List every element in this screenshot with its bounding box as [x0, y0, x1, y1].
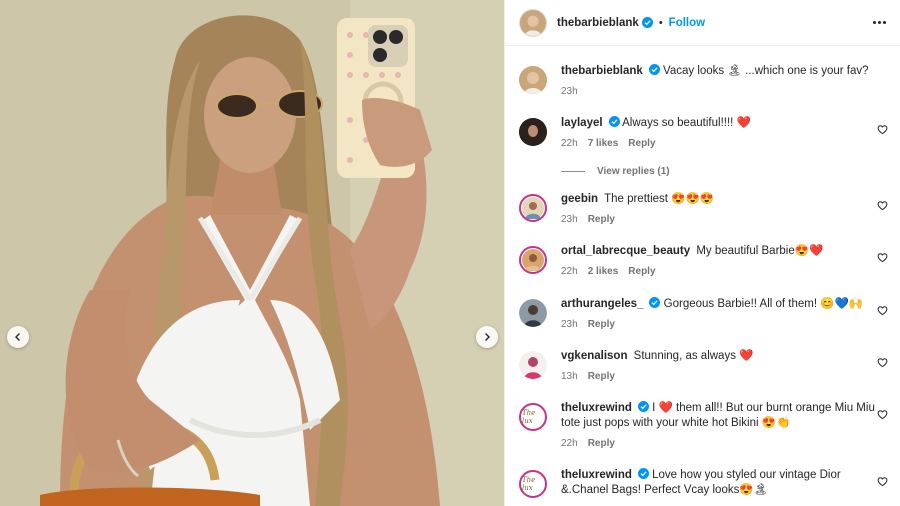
caption: thebarbieblank Vacay looks 🏝 ...which on…	[519, 64, 888, 97]
reply-button[interactable]: Reply	[588, 319, 615, 330]
heart-outline-icon[interactable]	[877, 357, 888, 368]
comment-username[interactable]: vgkenalison	[561, 350, 627, 362]
comment-item: The lux theluxrewind Love how you styled…	[519, 468, 888, 498]
comment-likes[interactable]: 7 likes	[588, 138, 619, 149]
commenter-avatar[interactable]: The lux	[519, 470, 547, 498]
commenter-avatar[interactable]	[519, 118, 547, 146]
post-header: thebarbieblank • Follow	[505, 0, 900, 46]
reply-button[interactable]: Reply	[588, 438, 615, 449]
heart-outline-icon[interactable]	[877, 305, 888, 316]
replies-divider	[561, 171, 585, 172]
comment-item: vgkenalison Stunning, as always ❤️ 13h Re…	[519, 349, 888, 382]
heart-outline-icon[interactable]	[877, 252, 888, 263]
commenter-avatar[interactable]	[519, 246, 547, 274]
commenter-avatar[interactable]	[519, 194, 547, 222]
comment-time[interactable]: 22h	[561, 438, 578, 449]
comments-panel: thebarbieblank • Follow thebarbieblank V…	[504, 0, 900, 506]
commenter-avatar[interactable]	[519, 351, 547, 379]
author-username[interactable]: thebarbieblank	[557, 17, 639, 29]
comment-username[interactable]: arthurangeles_	[561, 298, 643, 310]
heart-outline-icon[interactable]	[877, 476, 888, 487]
view-replies-label: View replies (1)	[597, 166, 670, 177]
comment-username[interactable]: laylayel	[561, 117, 603, 129]
post-photo-illustration	[0, 0, 504, 506]
commenter-avatar[interactable]	[519, 299, 547, 327]
caption-username[interactable]: thebarbieblank	[561, 65, 643, 77]
comment-time[interactable]: 23h	[561, 214, 578, 225]
comment-text: Stunning, as always ❤️	[633, 350, 754, 362]
comment-item: laylayel Always so beautiful!!!! ❤️ 22h 7…	[519, 116, 888, 149]
commenter-avatar[interactable]: The lux	[519, 403, 547, 431]
comment-item: The lux theluxrewind I ❤️ them all!! But…	[519, 401, 888, 449]
caption-time[interactable]: 23h	[561, 86, 578, 97]
instagram-post-modal: thebarbieblank • Follow thebarbieblank V…	[0, 0, 900, 506]
comment-item: arthurangeles_ Gorgeous Barbie!! All of …	[519, 297, 888, 330]
luxrewind-logo: The lux	[522, 476, 536, 492]
comment-likes[interactable]: 2 likes	[588, 266, 619, 277]
reply-button[interactable]: Reply	[588, 371, 615, 382]
follow-button[interactable]: Follow	[669, 17, 705, 29]
comment-time[interactable]: 22h	[561, 266, 578, 277]
verified-badge-icon	[608, 116, 620, 127]
comment-text: My beautiful Barbie😍❤️	[696, 245, 824, 257]
chevron-right-icon	[485, 333, 490, 341]
comment-username[interactable]: geebin	[561, 193, 598, 205]
verified-badge-icon	[641, 17, 653, 28]
verified-badge-icon	[648, 64, 660, 75]
separator-dot: •	[658, 16, 663, 29]
comment-time[interactable]: 23h	[561, 319, 578, 330]
comment-text: Gorgeous Barbie!! All of them! 😊💙🙌	[663, 298, 864, 310]
view-replies-button[interactable]: View replies (1)	[561, 166, 670, 177]
verified-badge-icon	[637, 468, 649, 479]
verified-badge-icon	[637, 401, 649, 412]
luxrewind-logo: The lux	[522, 409, 536, 425]
chevron-left-icon	[15, 333, 20, 341]
more-options-button[interactable]	[873, 21, 886, 24]
reply-button[interactable]: Reply	[628, 266, 655, 277]
comment-username[interactable]: ortal_labrecque_beauty	[561, 245, 690, 257]
comment-username[interactable]: theluxrewind	[561, 469, 632, 481]
reply-button[interactable]: Reply	[588, 214, 615, 225]
comment-text: The prettiest 😍😍😍	[604, 193, 715, 205]
reply-button[interactable]: Reply	[628, 138, 655, 149]
verified-badge-icon	[649, 297, 661, 308]
heart-outline-icon[interactable]	[877, 124, 888, 135]
more-horizontal-icon	[873, 21, 876, 24]
comment-item: geebin The prettiest 😍😍😍 23h Reply	[519, 192, 888, 225]
comment-time[interactable]: 13h	[561, 371, 578, 382]
comments-list: thebarbieblank Vacay looks 🏝 ...which on…	[505, 46, 900, 506]
carousel-next-button[interactable]	[476, 326, 498, 348]
post-photo	[0, 0, 504, 506]
caption-avatar[interactable]	[519, 66, 547, 94]
caption-text: Vacay looks 🏝 ...which one is your fav?	[663, 65, 869, 77]
heart-outline-icon[interactable]	[877, 200, 888, 211]
heart-outline-icon[interactable]	[877, 409, 888, 420]
author-avatar[interactable]	[519, 8, 547, 37]
comment-item: ortal_labrecque_beauty My beautiful Barb…	[519, 244, 888, 277]
comment-username[interactable]: theluxrewind	[561, 402, 632, 414]
comment-time[interactable]: 22h	[561, 138, 578, 149]
comment-text: Always so beautiful!!!! ❤️	[622, 117, 751, 129]
carousel-prev-button[interactable]	[7, 326, 29, 348]
